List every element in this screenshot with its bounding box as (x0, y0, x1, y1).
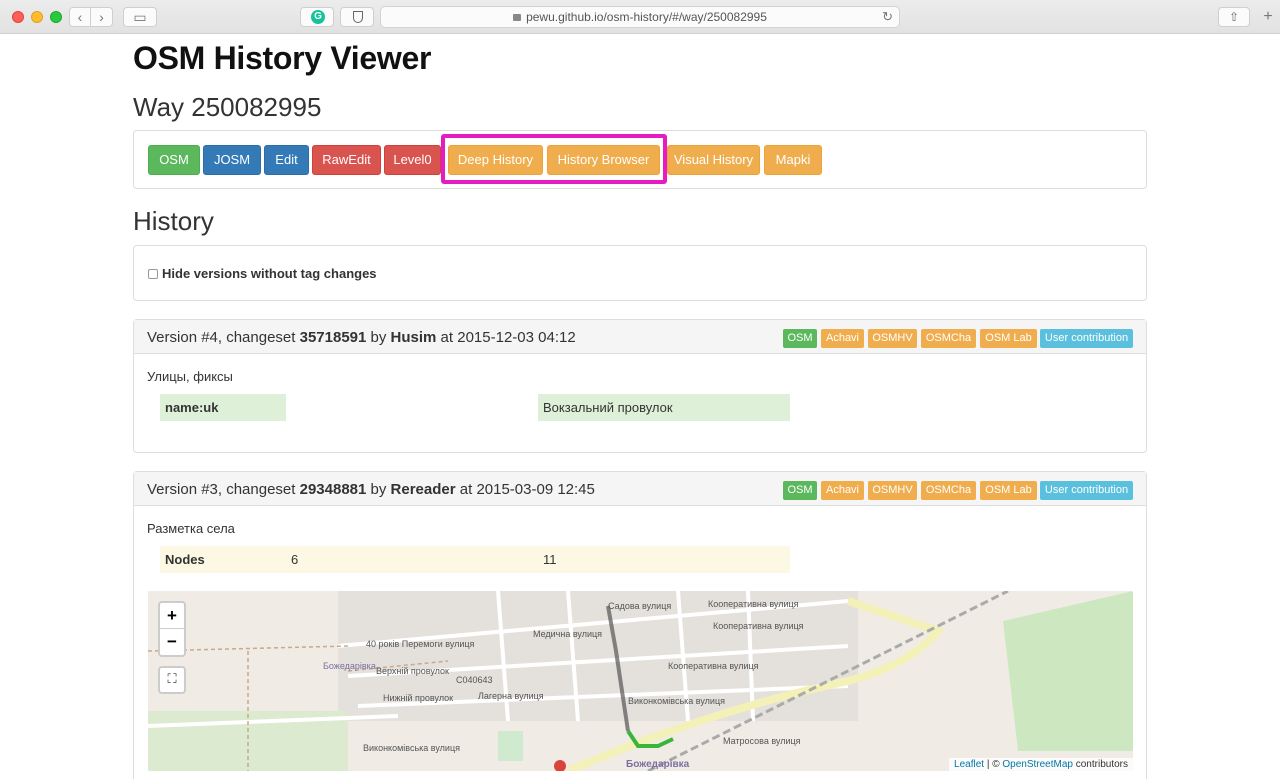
map-label: Виконкомівська вулиця (628, 696, 725, 706)
history-title: History (133, 206, 214, 236)
map-label: Садова вулиця (608, 601, 672, 611)
new-tab-button[interactable]: + (1258, 7, 1278, 27)
version-panel: Version #3, changeset 29348881 by Reread… (133, 471, 1147, 779)
tag-old-value (286, 394, 538, 421)
browser-toolbar: ‹ › ▭ G pewu.github.io/osm-history/#/way… (0, 0, 1280, 34)
map-label: Кооперативна вулиця (668, 661, 759, 671)
chevron-right-icon: › (99, 9, 104, 25)
version-header: Version #3, changeset 29348881 by Reread… (134, 472, 1146, 506)
shield-icon (353, 11, 363, 23)
fullscreen-button[interactable]: ⛶ (158, 666, 186, 694)
way-map[interactable]: Садова вулиця Кооперативна вулиця Коопер… (148, 591, 1133, 771)
leaflet-link[interactable]: Leaflet (954, 759, 984, 770)
address-bar[interactable]: pewu.github.io/osm-history/#/way/2500829… (380, 6, 900, 28)
rawedit-link-button[interactable]: RawEdit (312, 145, 381, 175)
grammarly-extension-button[interactable]: G (300, 7, 334, 27)
sidebar-icon: ▭ (133, 9, 147, 25)
privacy-extension-button[interactable] (340, 7, 374, 27)
version-title: Version #3, changeset 29348881 by Reread… (147, 481, 595, 498)
osmlab-label-link[interactable]: OSM Lab (980, 329, 1037, 348)
map-label: Кооперативна вулиця (713, 621, 804, 631)
osmlab-label-link[interactable]: OSM Lab (980, 481, 1037, 500)
achavi-label-link[interactable]: Achavi (821, 329, 864, 348)
forward-button[interactable]: › (91, 7, 113, 27)
osmcha-label-link[interactable]: OSMCha (921, 329, 976, 348)
changeset-comment: Улицы, фиксы (147, 369, 233, 384)
url-text: pewu.github.io/osm-history/#/way/2500829… (526, 10, 767, 24)
zoom-out-button[interactable]: − (160, 629, 184, 655)
map-label: Кооперативна вулиця (708, 599, 799, 609)
park-area (498, 731, 523, 761)
osm-label-link[interactable]: OSM (783, 329, 817, 348)
user-name: Husim (390, 329, 437, 346)
minimize-window-button[interactable] (31, 11, 43, 23)
map-label: Матросова вулиця (723, 736, 801, 746)
highlight-box (441, 134, 667, 184)
map-attribution: Leaflet | © OpenStreetMap contributors (949, 758, 1133, 771)
map-tiles (148, 591, 1133, 771)
sidebar-toggle-button[interactable]: ▭ (123, 7, 157, 27)
share-button[interactable]: ⇧ (1218, 7, 1250, 27)
hide-versions-checkbox[interactable] (148, 269, 158, 279)
chevron-left-icon: ‹ (77, 9, 83, 25)
map-label: Виконкомівська вулиця (363, 743, 460, 753)
changeset-id: 35718591 (299, 329, 367, 346)
edit-link-button[interactable]: Edit (264, 145, 309, 175)
reload-icon[interactable]: ↻ (882, 7, 893, 27)
map-label: Нижній провулок (383, 693, 454, 703)
tag-new-value: 11 (543, 552, 557, 567)
hide-versions-label[interactable]: Hide versions without tag changes (162, 266, 377, 281)
level0-link-button[interactable]: Level0 (384, 145, 441, 175)
map-label: Божедарівка (626, 759, 690, 770)
version-header: Version #4, changeset 35718591 by Husim … (134, 320, 1146, 354)
lock-icon (513, 14, 522, 21)
changeset-comment: Разметка села (147, 521, 235, 536)
app-title: OSM History Viewer (133, 40, 432, 76)
mapki-link-button[interactable]: Mapki (764, 145, 822, 175)
grammarly-icon: G (311, 10, 325, 24)
osmhv-label-link[interactable]: OSMHV (868, 481, 917, 500)
josm-link-button[interactable]: JOSM (203, 145, 261, 175)
version-panel: Version #4, changeset 35718591 by Husim … (133, 319, 1147, 453)
links-panel: OSM JOSM Edit RawEdit Level0 Deep Histor… (133, 130, 1147, 189)
fullscreen-icon: ⛶ (167, 671, 177, 686)
osmhv-label-link[interactable]: OSMHV (868, 329, 917, 348)
user-name: Rereader (390, 481, 456, 498)
hospital-icon (554, 760, 566, 771)
map-label: Божедарівка (323, 661, 376, 671)
tag-old-value: 6 (291, 552, 299, 567)
achavi-label-link[interactable]: Achavi (821, 481, 864, 500)
zoom-in-button[interactable]: + (160, 603, 184, 629)
tag-key: name:uk (160, 394, 286, 421)
map-label: 40 років Перемоги вулиця (366, 639, 475, 649)
close-window-button[interactable] (12, 11, 24, 23)
visual-history-link-button[interactable]: Visual History (667, 145, 760, 175)
version-title: Version #4, changeset 35718591 by Husim … (147, 329, 576, 346)
map-label: Медична вулиця (533, 629, 603, 639)
tag-key: Nodes (165, 552, 205, 567)
fullscreen-window-button[interactable] (50, 11, 62, 23)
map-label: Верхній провулок (376, 666, 449, 676)
field-area (1003, 591, 1133, 751)
map-label: Лагерна вулиця (478, 691, 544, 701)
user-contribution-label-link[interactable]: User contribution (1040, 481, 1133, 500)
osm-link-button[interactable]: OSM (148, 145, 200, 175)
osm-label-link[interactable]: OSM (783, 481, 817, 500)
osmcha-label-link[interactable]: OSMCha (921, 481, 976, 500)
way-title: Way 250082995 (133, 92, 322, 122)
share-icon: ⇧ (1228, 10, 1240, 24)
plus-icon: + (1263, 8, 1273, 25)
tag-row: name:uk Вокзальний провулок (160, 394, 790, 421)
tag-new-value: Вокзальний провулок (538, 394, 790, 421)
tag-row: Nodes 6 11 (160, 546, 790, 573)
user-contribution-label-link[interactable]: User contribution (1040, 329, 1133, 348)
map-label: С040643 (456, 675, 493, 685)
back-button[interactable]: ‹ (69, 7, 91, 27)
openstreetmap-link[interactable]: OpenStreetMap (1002, 759, 1073, 770)
zoom-control: + − (158, 601, 186, 657)
changeset-id: 29348881 (299, 481, 367, 498)
filter-panel: Hide versions without tag changes (133, 245, 1147, 301)
